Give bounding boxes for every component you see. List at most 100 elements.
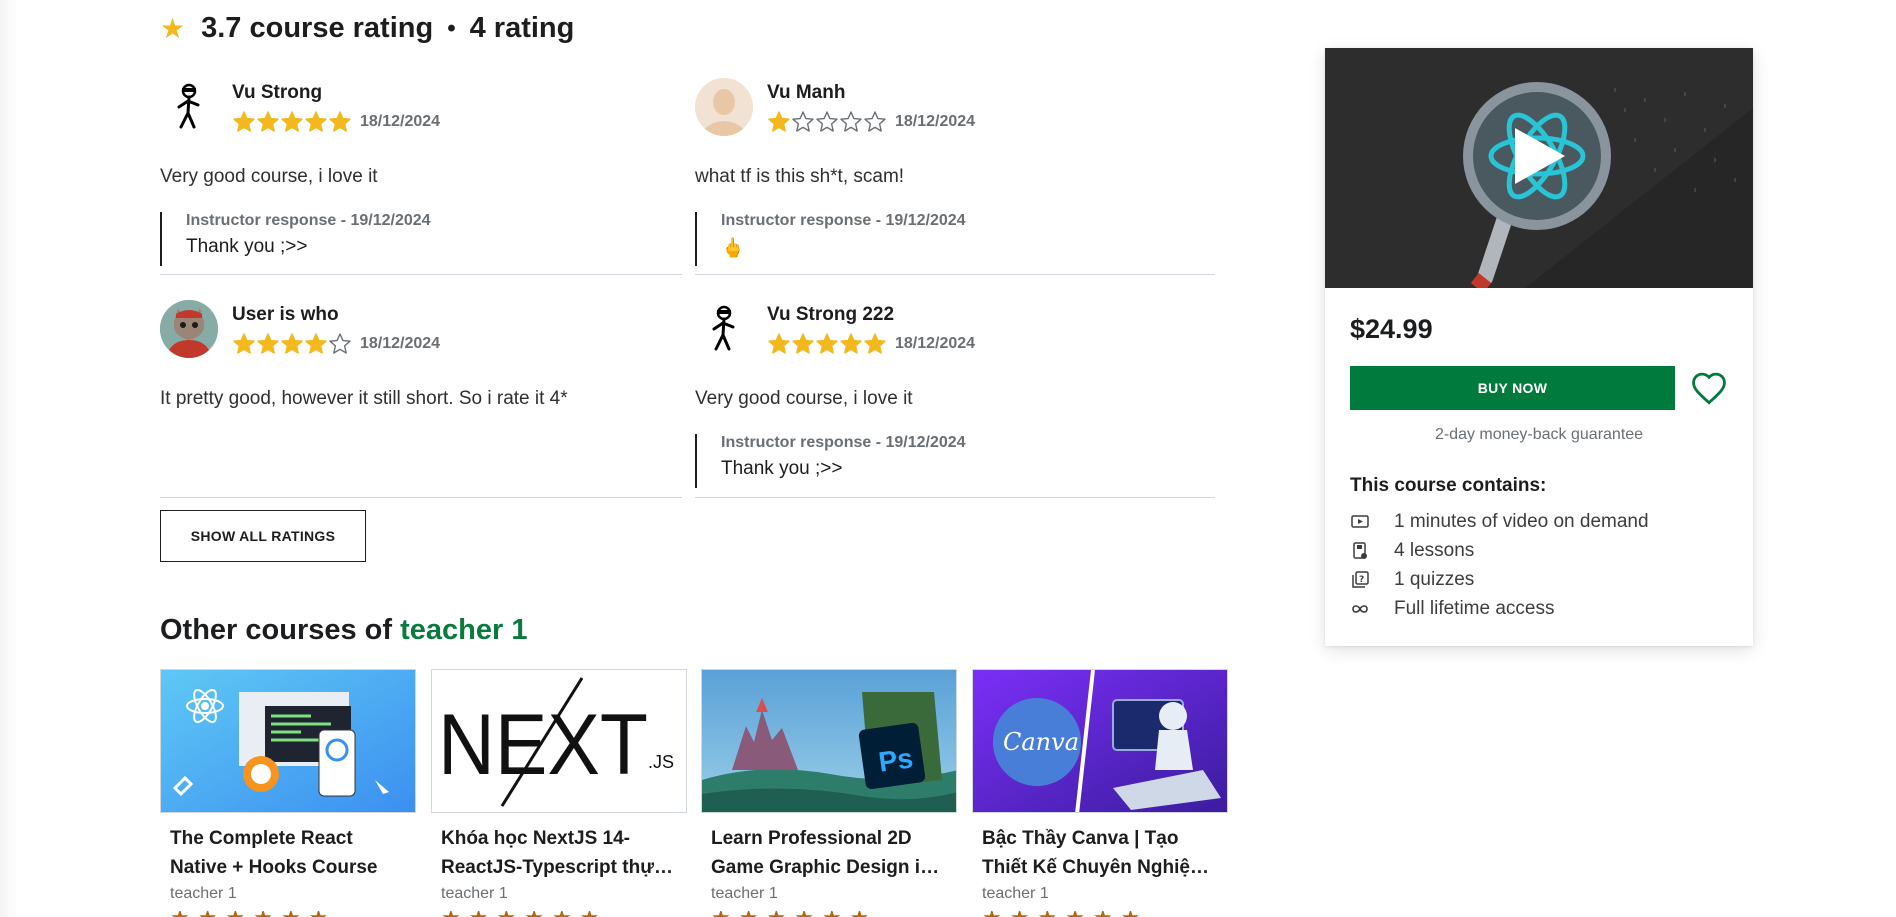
review-date: 18/12/2024 — [895, 113, 976, 130]
infinity-icon — [1350, 599, 1370, 619]
course-teacher: teacher 1 — [170, 885, 237, 902]
nextjs-logo-text: NEXT — [438, 697, 648, 793]
money-back-guarantee: 2-day money-back guarantee — [1434, 426, 1644, 443]
reviewer-name: User is who — [232, 304, 339, 325]
star-filled-icon — [864, 333, 886, 354]
star-filled-icon — [329, 111, 351, 132]
course-thumbnail[interactable]: Ps — [701, 669, 957, 813]
star-filled-icon — [257, 111, 279, 132]
course-rating-text: 3.7 course rating — [201, 12, 434, 44]
contains-text: 1 quizzes — [1394, 568, 1475, 590]
review-comment: It pretty good, however it still short. … — [160, 388, 568, 409]
course-card[interactable]: The Complete React Native + Hooks Course… — [160, 669, 416, 917]
avatar — [695, 78, 753, 136]
avatar — [160, 78, 218, 136]
quiz-icon: ? — [1350, 570, 1370, 590]
star-filled-icon — [281, 111, 303, 132]
review-date: 18/12/2024 — [360, 335, 441, 352]
review-comment: what tf is this sh*t, scam! — [695, 166, 905, 187]
instructor-response: Instructor response - 19/12/2024 🖕 — [695, 212, 1215, 266]
star-empty-icon — [329, 333, 351, 354]
wishlist-heart-icon[interactable] — [1687, 366, 1731, 410]
review-divider — [160, 497, 682, 498]
response-text: Thank you ;>> — [721, 458, 843, 479]
response-text: Thank you ;>> — [186, 236, 308, 257]
course-teacher: teacher 1 — [441, 885, 508, 902]
review-stars — [232, 110, 352, 134]
svg-text:?: ? — [1359, 575, 1364, 585]
star-filled-icon — [281, 333, 303, 354]
course-thumbnail[interactable]: NEXT .JS — [431, 669, 687, 813]
rating-count-text: 4 rating — [469, 12, 575, 44]
other-courses-title: Other courses of teacher 1 — [160, 614, 527, 647]
list-item: 4 lessons — [1350, 536, 1649, 565]
review-comment: Very good course, i love it — [695, 388, 913, 409]
contains-text: 1 minutes of video on demand — [1394, 510, 1649, 532]
star-empty-icon — [864, 111, 886, 132]
star-filled-icon — [792, 333, 814, 354]
course-card[interactable]: Ps Learn Professional 2D Game Graphic De… — [701, 669, 957, 917]
star-filled-icon — [257, 333, 279, 354]
contains-text: Full lifetime access — [1394, 597, 1555, 619]
course-rating-stars: ★★★★★★ — [701, 911, 957, 917]
course-preview-video[interactable] — [1325, 48, 1753, 288]
review-stars — [767, 332, 887, 356]
course-teacher: teacher 1 — [982, 885, 1049, 902]
course-price: $24.99 — [1350, 314, 1433, 344]
reviewer-name: Vu Strong — [232, 82, 323, 103]
star-filled-icon — [233, 111, 255, 132]
course-title[interactable]: Khóa học NextJS 14-ReactJS-Typescript th… — [431, 824, 677, 882]
reviewer-name: Vu Strong 222 — [767, 304, 895, 325]
course-rating-stars: ★★★★★★ — [160, 911, 416, 917]
course-card[interactable]: NEXT .JS Khóa học NextJS 14-ReactJS-Type… — [431, 669, 687, 917]
review-divider — [695, 274, 1215, 275]
course-thumbnail[interactable] — [160, 669, 416, 813]
avatar — [160, 300, 218, 358]
course-title[interactable]: Learn Professional 2D Game Graphic Desig… — [701, 824, 947, 882]
photoshop-logo-text: Ps — [877, 742, 915, 777]
nextjs-logo-sub: .JS — [648, 752, 674, 772]
course-contains-list: 1 minutes of video on demand 4 lessons ?… — [1350, 507, 1649, 623]
contains-text: 4 lessons — [1394, 539, 1475, 561]
star-filled-icon — [816, 333, 838, 354]
review-date: 18/12/2024 — [895, 335, 976, 352]
review-card: Vu Strong 222 18/12/2024 Very good cours… — [695, 300, 1215, 488]
separator-dot: • — [447, 14, 456, 42]
review-card: User is who 18/12/2024 It pretty good, h… — [160, 300, 680, 410]
instructor-response: Instructor response - 19/12/2024 Thank y… — [695, 434, 1215, 488]
response-title: Instructor response - 19/12/2024 — [721, 212, 966, 229]
video-icon — [1350, 512, 1370, 532]
other-courses-prefix: Other courses of — [160, 614, 393, 646]
star-empty-icon — [792, 111, 814, 132]
response-text: 🖕 — [721, 238, 745, 259]
page-edge-shadow — [0, 0, 18, 917]
course-title[interactable]: The Complete React Native + Hooks Course — [160, 824, 406, 882]
star-filled-icon — [768, 111, 790, 132]
show-all-ratings-button[interactable]: SHOW ALL RATINGS — [160, 510, 366, 562]
star-filled-icon — [305, 333, 327, 354]
review-divider — [695, 497, 1215, 498]
star-filled-icon — [233, 333, 255, 354]
star-filled-icon — [305, 111, 327, 132]
review-card: Vu Manh 18/12/2024 what tf is this sh*t,… — [695, 78, 1215, 266]
teacher-link[interactable]: teacher 1 — [400, 614, 527, 646]
avatar — [695, 300, 753, 358]
course-rating-stars: ★★★★★★ — [972, 911, 1228, 917]
lesson-icon — [1350, 541, 1370, 561]
course-thumbnail[interactable]: Canva — [972, 669, 1228, 813]
purchase-card: $24.99 BUY NOW 2-day money-back guarante… — [1325, 48, 1753, 646]
course-card[interactable]: Canva Bậc Thầy Canva | Tạo Thiết Kế Chuy… — [972, 669, 1228, 917]
course-teacher: teacher 1 — [711, 885, 778, 902]
course-contains-title: This course contains: — [1350, 475, 1547, 496]
instructor-response: Instructor response - 19/12/2024 Thank y… — [160, 212, 680, 266]
rating-summary: ★ 3.7 course rating • 4 rating — [160, 12, 574, 45]
canva-logo-text: Canva — [1003, 728, 1079, 756]
buy-now-button[interactable]: BUY NOW — [1350, 366, 1675, 410]
review-comment: Very good course, i love it — [160, 166, 378, 187]
list-item: ? 1 quizzes — [1350, 565, 1649, 594]
reviewer-name: Vu Manh — [767, 82, 846, 103]
course-title[interactable]: Bậc Thầy Canva | Tạo Thiết Kế Chuyên Ngh… — [972, 824, 1218, 882]
list-item: 1 minutes of video on demand — [1350, 507, 1649, 536]
review-stars — [767, 110, 887, 134]
response-title: Instructor response - 19/12/2024 — [721, 434, 966, 451]
